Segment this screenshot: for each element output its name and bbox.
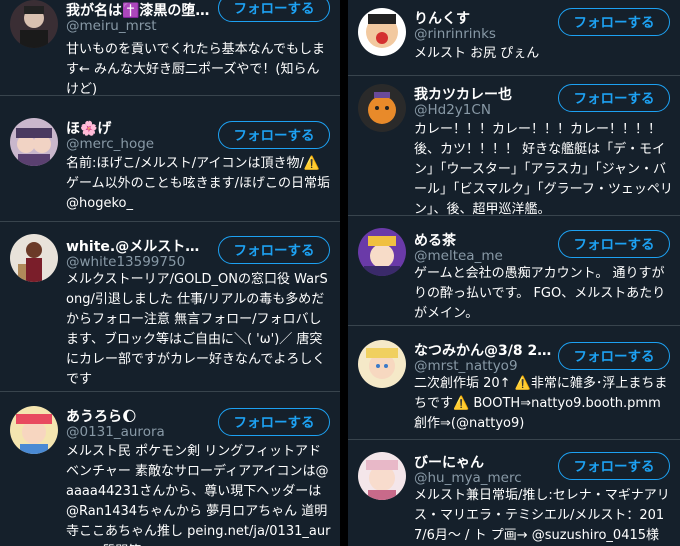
user-name[interactable]: なつみかん@3/8 21:… [414,340,554,360]
user-name[interactable]: あうろら🌔 [66,406,206,426]
user-card: あうろら🌔 @0131_aurora フォローする メルスト民 ポケモン剣 リン… [0,392,340,546]
avatar[interactable] [358,228,406,276]
avatar[interactable] [358,340,406,388]
avatar[interactable] [10,234,58,282]
user-card: める茶 @meltea_me フォローする ゲームと会社の愚痴アカウント。 通り… [348,216,680,326]
avatar[interactable] [10,406,58,454]
user-handle: @mrst_nattyo9 [414,358,518,374]
user-handle: @meiru_mrst [66,18,157,34]
user-name[interactable]: 我カツカレー也 [414,84,554,104]
avatar[interactable] [358,452,406,500]
user-handle: @Hd2y1CN [414,102,491,118]
user-bio: メルスト民 ポケモン剣 リングフィットアドベンチャー 素敵なサローディアアイコン… [66,444,331,546]
right-column: りんくす @rinrinrinks フォローする メルスト お尻 ぴぇん 我カツ… [348,0,680,546]
follow-button[interactable]: フォローする [558,342,670,370]
user-bio: メルスト兼日常垢/推し:セレナ・マギナアリス・マリエラ・テミシエル/メルスト：2… [414,488,670,543]
user-handle: @merc_hoge [66,136,155,152]
user-bio: 名前:ほげこ/メルスト/アイコンは頂き物/⚠️ゲーム以外のことも呟きます/ほげこ… [66,156,330,211]
user-bio: 甘いものを貢いでくれたら基本なんでもします← みんな大好き厨二ポーズやで！(知ら… [66,42,325,97]
user-handle: @hu_mya_merc [414,470,522,486]
user-card: なつみかん@3/8 21:… @mrst_nattyo9 フォローする 二次創作… [348,326,680,440]
user-card: びーにゃん @hu_mya_merc フォローする メルスト兼日常垢/推し:セレ… [348,440,680,546]
avatar[interactable] [358,8,406,56]
left-column: 我が名は✝️漆黒の堕… @meiru_mrst フォローする 甘いものを貢いでく… [0,0,340,546]
follow-button[interactable]: フォローする [558,8,670,36]
avatar[interactable] [10,0,58,48]
user-card: 我カツカレー也 @Hd2y1CN フォローする カレー！！！カレー！！！カレー！… [348,76,680,217]
user-handle: @0131_aurora [66,424,165,440]
user-bio: メルスト お尻 ぴぇん [414,46,540,61]
user-bio: 二次創作垢 20↑ ⚠️非常に雑多･浮上まちまちです⚠️ BOOTH⇒natty… [414,376,668,431]
follow-button[interactable]: フォローする [558,230,670,258]
column-divider [340,0,348,546]
user-card: りんくす @rinrinrinks フォローする メルスト お尻 ぴぇん [348,0,680,76]
user-bio: メルクストーリア/GOLD_ONの窓口役 WarSong/引退しました 仕事/リ… [66,272,328,387]
user-card: white.@メルストカ… @white13599750 フォローする メルクス… [0,222,340,392]
user-name[interactable]: ほ🌸げ [66,118,206,138]
avatar[interactable] [10,118,58,166]
user-card: ほ🌸げ @merc_hoge フォローする 名前:ほげこ/メルスト/アイコンは頂… [0,96,340,222]
user-name[interactable]: める茶 [414,230,554,250]
follow-button[interactable]: フォローする [558,84,670,112]
avatar[interactable] [358,84,406,132]
follow-button[interactable]: フォローする [558,452,670,480]
user-handle: @meltea_me [414,248,503,264]
user-name[interactable]: white.@メルストカ… [66,236,206,256]
user-name[interactable]: 我が名は✝️漆黒の堕… [66,0,216,20]
user-handle: @rinrinrinks [414,26,496,42]
user-name[interactable]: りんくす [414,8,554,28]
user-bio: カレー！！！カレー！！！カレー！！！！後、カツ！！！！ 好きな艦艇は「デ・モイン… [414,122,673,217]
user-card: 我が名は✝️漆黒の堕… @meiru_mrst フォローする 甘いものを貢いでく… [0,0,340,97]
user-name[interactable]: びーにゃん [414,452,554,472]
follow-button[interactable]: フォローする [218,408,330,436]
user-bio: ゲームと会社の愚痴アカウント。 通りすがりの酔っ払いです。 FGO、メルストあた… [414,266,666,321]
follow-button[interactable]: フォローする [218,121,330,149]
follow-button[interactable]: フォローする [218,236,330,264]
follow-button[interactable]: フォローする [218,0,330,22]
user-handle: @white13599750 [66,254,186,270]
